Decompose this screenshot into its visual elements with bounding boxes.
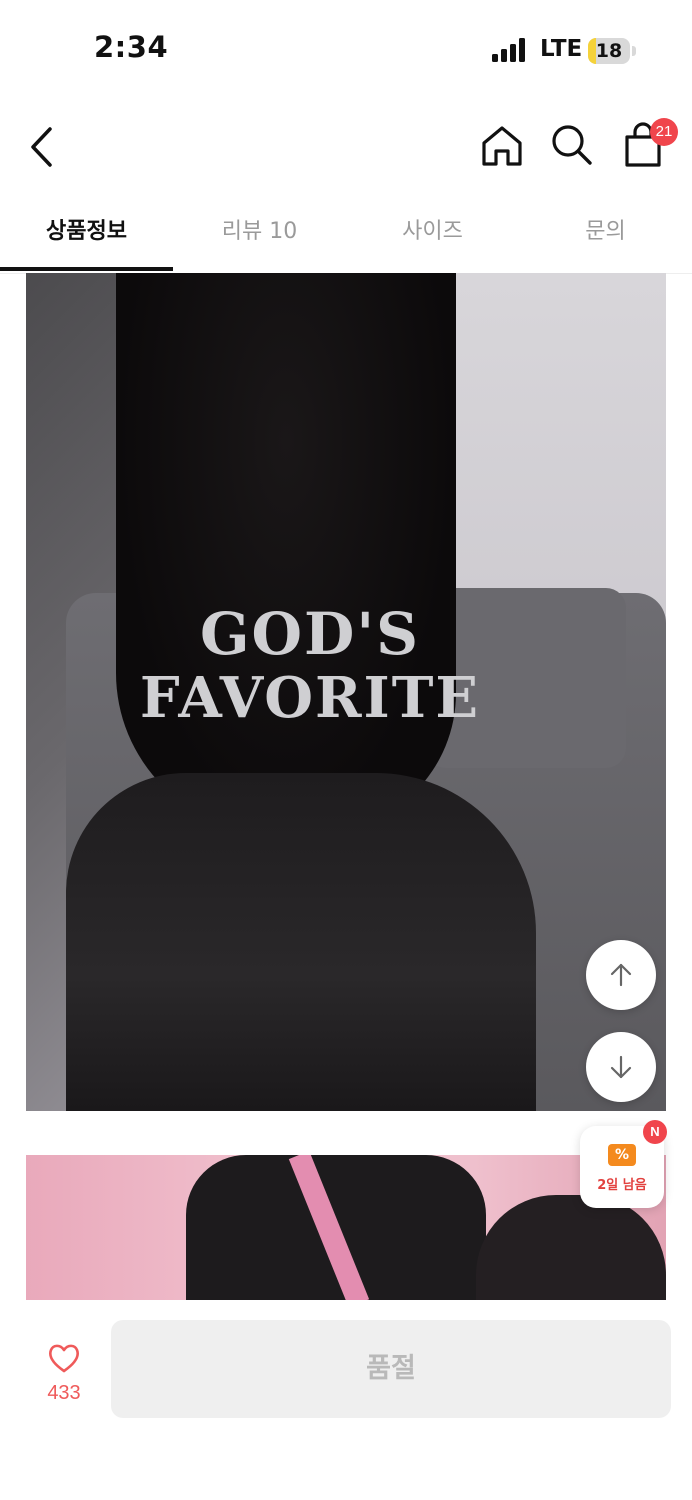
signal-icon <box>492 38 528 62</box>
soldout-button: 품절 <box>111 1320 671 1418</box>
home-icon <box>482 126 522 166</box>
shirt-print-text: GOD'S FAVORITE <box>120 602 500 730</box>
like-button[interactable]: 433 <box>36 1340 92 1410</box>
coupon-icon: % <box>608 1144 636 1166</box>
cart-count-badge: 21 <box>650 118 678 146</box>
search-icon <box>552 125 592 165</box>
shirt-text-line2: FAVORITE <box>139 665 481 731</box>
arrow-down-icon <box>610 1055 632 1079</box>
battery-icon: 18 <box>588 38 630 64</box>
active-tab-indicator <box>0 267 173 271</box>
battery-percent: 18 <box>595 40 623 62</box>
back-button[interactable] <box>22 122 66 172</box>
product-image-2 <box>26 1155 666 1300</box>
tab-inquiry[interactable]: 문의 <box>519 195 692 271</box>
coupon-new-badge: N <box>643 1120 667 1144</box>
arrow-up-icon <box>610 963 632 987</box>
like-count: 433 <box>47 1382 81 1404</box>
chevron-left-icon <box>31 127 52 167</box>
product-tabs: 상품정보 리뷰 10 사이즈 문의 <box>0 195 692 274</box>
status-bar: 2:34 LTE 18 <box>0 0 692 100</box>
tab-size[interactable]: 사이즈 <box>346 195 519 271</box>
scroll-up-button[interactable] <box>586 940 656 1010</box>
image-shirt <box>66 773 536 1111</box>
tab-product-info[interactable]: 상품정보 <box>0 195 173 271</box>
tab-reviews[interactable]: 리뷰 10 <box>173 195 346 271</box>
heart-icon <box>49 1344 79 1373</box>
image-hair <box>116 273 456 833</box>
status-time: 2:34 <box>94 30 169 64</box>
image-plush <box>476 1195 666 1300</box>
battery-nub <box>632 46 636 56</box>
network-type: LTE <box>540 36 583 62</box>
shirt-text-line1: GOD'S <box>200 600 420 668</box>
home-button[interactable] <box>478 123 526 169</box>
scroll-down-button[interactable] <box>586 1032 656 1102</box>
coupon-remaining-label: 2일 남음 <box>597 1178 647 1193</box>
search-button[interactable] <box>548 121 596 169</box>
